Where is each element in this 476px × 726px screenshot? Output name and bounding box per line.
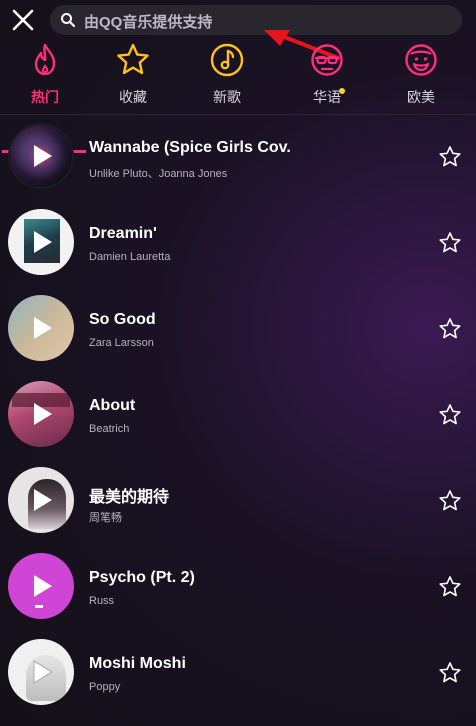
song-artist: 周笔畅 bbox=[89, 512, 122, 524]
tab-favorites[interactable]: 收藏 bbox=[88, 40, 178, 116]
play-icon bbox=[34, 575, 52, 597]
song-row[interactable]: Dreamin' Damien Lauretta bbox=[0, 201, 476, 287]
album-cover[interactable] bbox=[8, 123, 74, 189]
tab-new-songs[interactable]: 新歌 bbox=[182, 40, 272, 116]
tab-label: 热门 bbox=[31, 89, 59, 105]
favorite-star-icon[interactable] bbox=[438, 575, 462, 599]
album-cover[interactable] bbox=[8, 381, 74, 447]
favorite-star-icon[interactable] bbox=[438, 231, 462, 255]
search-placeholder: 由QQ音乐提供支持 bbox=[84, 14, 213, 31]
album-cover[interactable] bbox=[8, 467, 74, 533]
favorite-star-icon[interactable] bbox=[438, 661, 462, 685]
song-title: Psycho (Pt. 2) bbox=[89, 569, 195, 586]
tab-label: 收藏 bbox=[119, 89, 147, 105]
search-input[interactable]: 由QQ音乐提供支持 bbox=[50, 5, 462, 35]
play-icon bbox=[34, 489, 52, 511]
song-artist: Poppy bbox=[89, 681, 121, 693]
face-beard-icon bbox=[405, 44, 437, 76]
song-artist: Zara Larsson bbox=[89, 337, 154, 349]
album-cover[interactable] bbox=[8, 295, 74, 361]
song-title: Wannabe (Spice Girls Cov. bbox=[89, 139, 291, 156]
search-icon bbox=[61, 13, 76, 28]
tab-hot[interactable]: 热门 bbox=[0, 40, 90, 116]
top-bar: 由QQ音乐提供支持 bbox=[0, 0, 476, 60]
album-cover[interactable] bbox=[8, 639, 74, 705]
music-note-icon bbox=[210, 43, 244, 77]
song-artist: Beatrich bbox=[89, 423, 130, 435]
song-title: About bbox=[89, 397, 136, 414]
song-title: Dreamin' bbox=[89, 225, 157, 242]
tab-label: 新歌 bbox=[213, 89, 241, 105]
play-icon bbox=[34, 403, 52, 425]
play-icon bbox=[34, 317, 52, 339]
play-icon bbox=[34, 145, 52, 167]
album-cover[interactable] bbox=[8, 209, 74, 275]
play-icon bbox=[33, 660, 53, 684]
flame-icon bbox=[34, 43, 56, 76]
tab-label: 华语 bbox=[313, 89, 341, 105]
star-icon bbox=[117, 43, 149, 75]
song-title: So Good bbox=[89, 311, 156, 328]
face-glasses-icon bbox=[311, 44, 343, 76]
favorite-star-icon[interactable] bbox=[438, 489, 462, 513]
song-row[interactable]: Moshi Moshi Poppy bbox=[0, 631, 476, 717]
play-icon bbox=[34, 231, 52, 253]
category-tabs: 热门 收藏 新歌 华语 欧美 bbox=[0, 40, 476, 153]
song-artist: Unlike Pluto、Joanna Jones bbox=[89, 168, 228, 180]
song-artist: Russ bbox=[89, 595, 115, 607]
song-row[interactable]: About Beatrich bbox=[0, 373, 476, 459]
new-indicator-dot bbox=[339, 88, 345, 94]
song-row[interactable]: Psycho (Pt. 2) Russ bbox=[0, 545, 476, 631]
tab-chinese[interactable]: 华语 bbox=[282, 40, 372, 116]
song-title: Moshi Moshi bbox=[89, 655, 186, 672]
tab-western[interactable]: 欧美 bbox=[376, 40, 466, 116]
close-icon[interactable] bbox=[10, 7, 36, 33]
favorite-star-icon[interactable] bbox=[438, 317, 462, 341]
song-row[interactable]: So Good Zara Larsson bbox=[0, 287, 476, 373]
song-row[interactable]: 最美的期待 周笔畅 bbox=[0, 459, 476, 545]
song-artist: Damien Lauretta bbox=[89, 251, 171, 263]
tab-label: 欧美 bbox=[407, 89, 435, 105]
song-row[interactable]: Wannabe (Spice Girls Cov. Unlike Pluto、J… bbox=[0, 115, 476, 201]
favorite-star-icon[interactable] bbox=[438, 145, 462, 169]
favorite-star-icon[interactable] bbox=[438, 403, 462, 427]
album-cover[interactable] bbox=[8, 553, 74, 619]
song-title: 最美的期待 bbox=[89, 489, 170, 506]
